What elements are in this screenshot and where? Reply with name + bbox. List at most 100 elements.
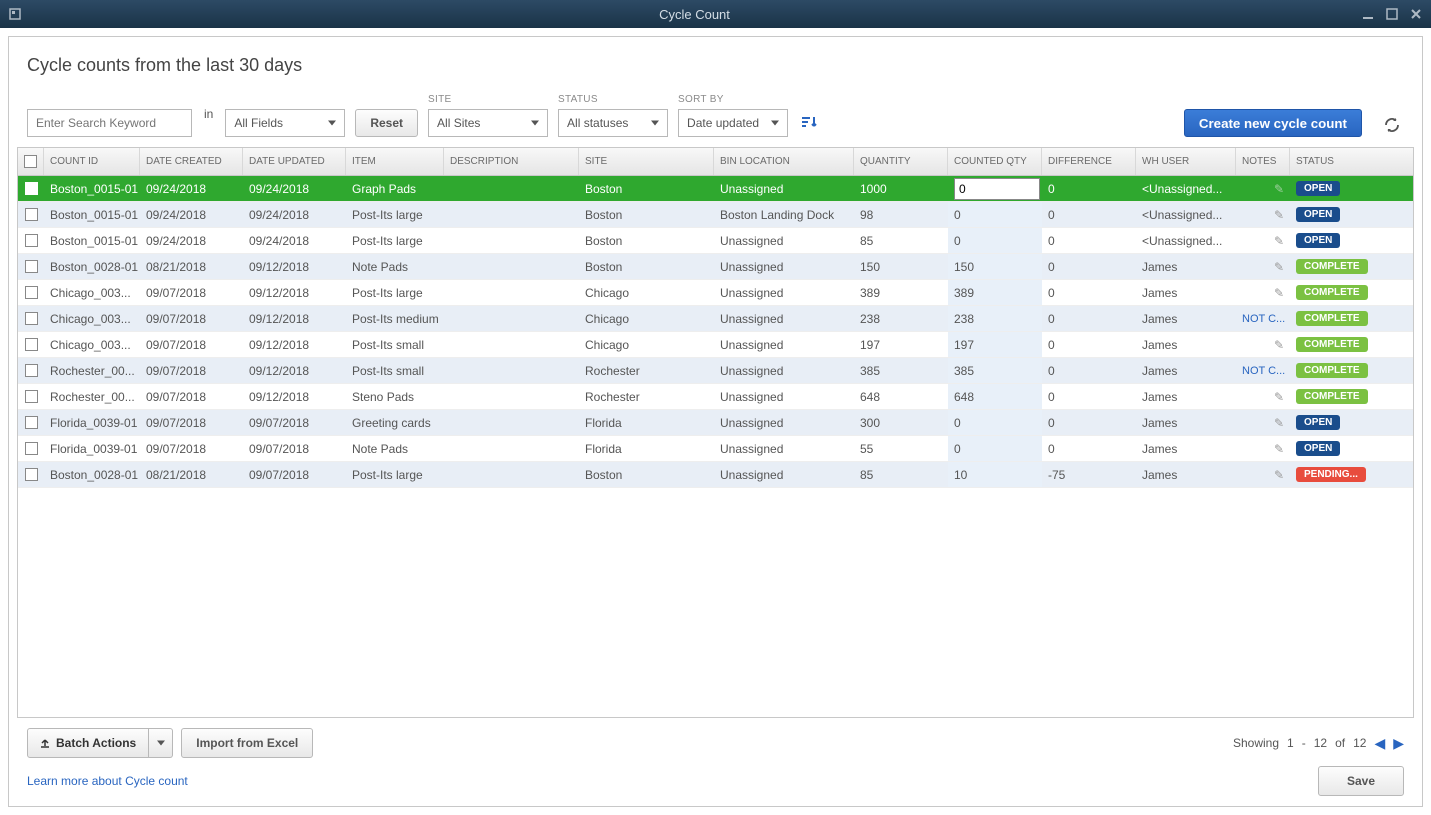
cell-user: <Unassigned...	[1136, 228, 1236, 253]
table-row[interactable]: Chicago_003...09/07/201809/12/2018Post-I…	[18, 332, 1413, 358]
reset-button[interactable]: Reset	[355, 109, 418, 137]
cell-diff: 0	[1042, 202, 1136, 227]
cell-created: 08/21/2018	[140, 254, 243, 279]
pencil-icon[interactable]: ✎	[1274, 234, 1284, 248]
table-row[interactable]: Boston_0028-0108/21/201809/07/2018Post-I…	[18, 462, 1413, 488]
refresh-icon[interactable]	[1380, 113, 1404, 137]
col-quantity[interactable]: QUANTITY	[854, 148, 948, 175]
popout-icon[interactable]	[8, 7, 22, 21]
row-checkbox[interactable]	[25, 364, 38, 377]
notes-link[interactable]: NOT C...	[1242, 313, 1285, 325]
table-row[interactable]: Rochester_00...09/07/201809/12/2018Post-…	[18, 358, 1413, 384]
col-counted-qty[interactable]: COUNTED QTY	[948, 148, 1042, 175]
table-row[interactable]: Chicago_003...09/07/201809/12/2018Post-I…	[18, 306, 1413, 332]
row-checkbox[interactable]	[25, 182, 38, 195]
col-bin-location[interactable]: BIN LOCATION	[714, 148, 854, 175]
import-excel-button[interactable]: Import from Excel	[181, 728, 313, 758]
close-icon[interactable]	[1409, 7, 1423, 21]
pencil-icon[interactable]: ✎	[1274, 182, 1284, 196]
cell-status: COMPLETE	[1290, 332, 1382, 357]
row-checkbox[interactable]	[25, 286, 38, 299]
col-difference[interactable]: DIFFERENCE	[1042, 148, 1136, 175]
table-row[interactable]: Rochester_00...09/07/201809/12/2018Steno…	[18, 384, 1413, 410]
counted-qty-input[interactable]	[954, 178, 1040, 200]
cell-user: James	[1136, 254, 1236, 279]
col-count-id[interactable]: COUNT ID	[44, 148, 140, 175]
table-row[interactable]: Boston_0015-0109/24/201809/24/2018Graph …	[18, 176, 1413, 202]
cell-id: Boston_0015-01	[44, 228, 140, 253]
next-page-icon[interactable]: ▶	[1393, 735, 1404, 752]
col-date-updated[interactable]: DATE UPDATED	[243, 148, 346, 175]
table-row[interactable]: Boston_0028-0108/21/201809/12/2018Note P…	[18, 254, 1413, 280]
site-filter-label: SITE	[428, 94, 548, 105]
window: Cycle Count Cycle counts from the last 3…	[0, 0, 1431, 815]
row-checkbox[interactable]	[25, 468, 38, 481]
table-row[interactable]: Chicago_003...09/07/201809/12/2018Post-I…	[18, 280, 1413, 306]
col-status[interactable]: STATUS	[1290, 148, 1382, 175]
cell-diff: 0	[1042, 358, 1136, 383]
status-badge: COMPLETE	[1296, 389, 1368, 404]
row-checkbox[interactable]	[25, 260, 38, 273]
fields-dropdown[interactable]: All Fields	[225, 109, 345, 137]
cell-check	[18, 410, 44, 435]
col-notes[interactable]: NOTES	[1236, 148, 1290, 175]
table-row[interactable]: Florida_0039-0109/07/201809/07/2018Greet…	[18, 410, 1413, 436]
table-row[interactable]: Boston_0015-0109/24/201809/24/2018Post-I…	[18, 202, 1413, 228]
sortby-dropdown[interactable]: Date updated	[678, 109, 788, 137]
search-input[interactable]	[27, 109, 192, 137]
row-checkbox[interactable]	[25, 416, 38, 429]
row-checkbox[interactable]	[25, 442, 38, 455]
cell-notes: ✎	[1236, 280, 1290, 305]
pencil-icon[interactable]: ✎	[1274, 390, 1284, 404]
row-checkbox[interactable]	[25, 234, 38, 247]
batch-actions-button[interactable]: Batch Actions	[27, 728, 149, 758]
pencil-icon[interactable]: ✎	[1274, 286, 1284, 300]
status-badge: COMPLETE	[1296, 311, 1368, 326]
minimize-icon[interactable]	[1361, 7, 1375, 21]
cell-notes: ✎	[1236, 332, 1290, 357]
prev-page-icon[interactable]: ◀	[1374, 735, 1385, 752]
cell-item: Post-Its large	[346, 202, 444, 227]
cell-check	[18, 436, 44, 461]
cell-created: 09/07/2018	[140, 280, 243, 305]
row-checkbox[interactable]	[25, 338, 38, 351]
pencil-icon[interactable]: ✎	[1274, 416, 1284, 430]
sort-direction-icon[interactable]	[798, 112, 820, 134]
cycle-count-table: COUNT ID DATE CREATED DATE UPDATED ITEM …	[17, 147, 1414, 718]
col-wh-user[interactable]: WH USER	[1136, 148, 1236, 175]
site-dropdown[interactable]: All Sites	[428, 109, 548, 137]
cell-item: Post-Its small	[346, 358, 444, 383]
status-filter-label: STATUS	[558, 94, 668, 105]
cell-bin: Unassigned	[714, 462, 854, 487]
select-all-checkbox[interactable]	[24, 155, 37, 168]
learn-more-link[interactable]: Learn more about Cycle count	[27, 774, 188, 788]
table-row[interactable]: Florida_0039-0109/07/201809/07/2018Note …	[18, 436, 1413, 462]
cell-user: James	[1136, 410, 1236, 435]
table-row[interactable]: Boston_0015-0109/24/201809/24/2018Post-I…	[18, 228, 1413, 254]
col-description[interactable]: DESCRIPTION	[444, 148, 579, 175]
notes-link[interactable]: NOT C...	[1242, 365, 1285, 377]
status-dropdown[interactable]: All statuses	[558, 109, 668, 137]
create-cycle-count-button[interactable]: Create new cycle count	[1184, 109, 1362, 137]
cell-item: Note Pads	[346, 254, 444, 279]
pencil-icon[interactable]: ✎	[1274, 468, 1284, 482]
row-checkbox[interactable]	[25, 390, 38, 403]
row-checkbox[interactable]	[25, 208, 38, 221]
save-button[interactable]: Save	[1318, 766, 1404, 796]
col-date-created[interactable]: DATE CREATED	[140, 148, 243, 175]
cell-status: PENDING...	[1290, 462, 1382, 487]
cell-id: Florida_0039-01	[44, 436, 140, 461]
pencil-icon[interactable]: ✎	[1274, 442, 1284, 456]
status-badge: COMPLETE	[1296, 337, 1368, 352]
pencil-icon[interactable]: ✎	[1274, 208, 1284, 222]
col-item[interactable]: ITEM	[346, 148, 444, 175]
pencil-icon[interactable]: ✎	[1274, 260, 1284, 274]
status-badge: OPEN	[1296, 441, 1340, 456]
batch-actions-dropdown[interactable]	[149, 728, 173, 758]
col-site[interactable]: SITE	[579, 148, 714, 175]
row-checkbox[interactable]	[25, 312, 38, 325]
maximize-icon[interactable]	[1385, 7, 1399, 21]
cell-user: <Unassigned...	[1136, 176, 1236, 201]
cell-desc	[444, 280, 579, 305]
pencil-icon[interactable]: ✎	[1274, 338, 1284, 352]
